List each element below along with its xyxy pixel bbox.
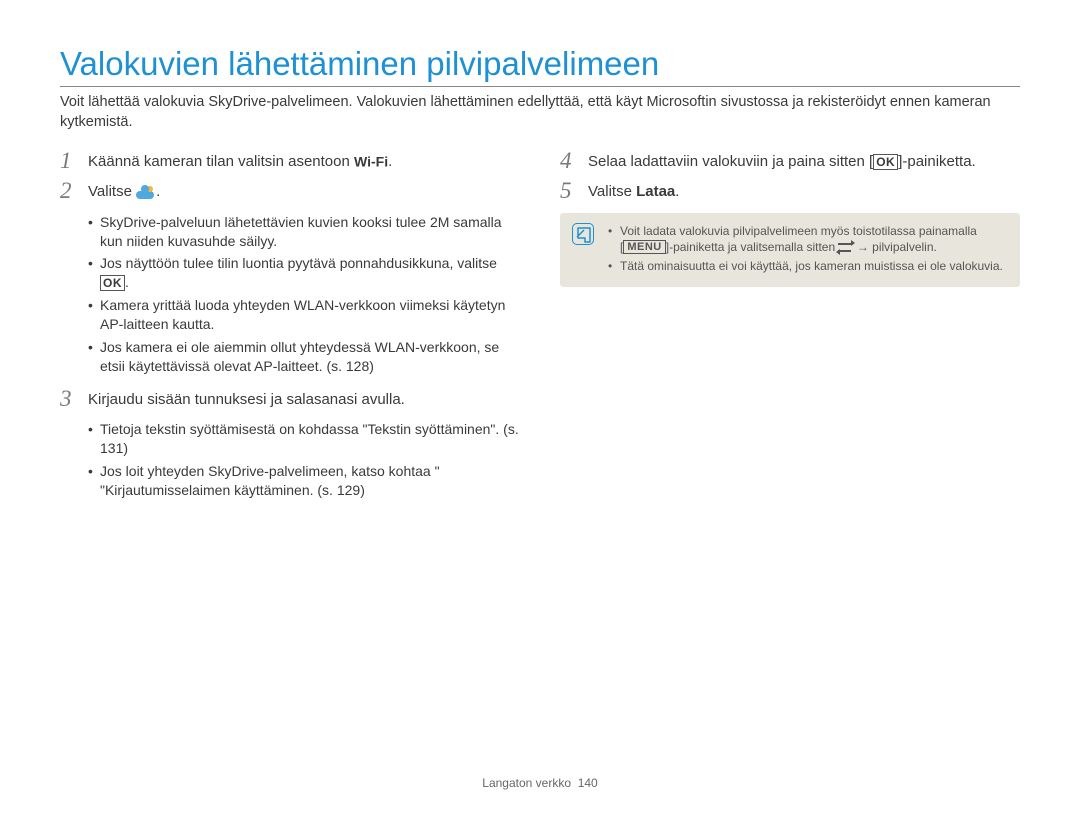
step-4-post: ]-painiketta. <box>898 153 976 170</box>
step-number: 1 <box>60 148 72 174</box>
page-title: Valokuvien lähettäminen pilvipalvelimeen <box>60 45 1020 87</box>
swap-icon <box>838 241 853 254</box>
two-column-layout: 1 Käännä kameran tilan valitsin asentoon… <box>60 152 1020 513</box>
bullet-item: Jos näyttöön tulee tilin luontia pyytävä… <box>100 254 520 292</box>
step-3-bullets: Tietoja tekstin syöttämisestä on kohdass… <box>60 420 520 500</box>
bullet-item: SkyDrive-palveluun lähetettävien kuvien … <box>100 213 520 251</box>
step-2-text: Valitse . <box>88 183 160 200</box>
step-2-bullets: SkyDrive-palveluun lähetettävien kuvien … <box>60 213 520 376</box>
bullet-item: Kamera yrittää luoda yhteyden WLAN-verkk… <box>100 296 520 334</box>
left-column: 1 Käännä kameran tilan valitsin asentoon… <box>60 152 520 513</box>
note-item: Tätä ominaisuutta ei voi käyttää, jos ka… <box>608 258 1006 274</box>
bullet-item: Jos loit yhteyden SkyDrive-palvelimeen, … <box>100 462 520 500</box>
step-2: 2 Valitse . <box>60 182 520 202</box>
step-number: 2 <box>60 178 72 204</box>
step-1-text: Käännä kameran tilan valitsin asentoon W… <box>88 153 392 170</box>
step-4-text: Selaa ladattaviin valokuviin ja paina si… <box>588 153 976 170</box>
wifi-icon: Wi-Fi <box>354 154 388 170</box>
step-4-pre: Selaa ladattaviin valokuviin ja paina si… <box>588 153 873 170</box>
ok-icon: OK <box>100 275 125 291</box>
footer-section: Langaton verkko <box>482 776 571 790</box>
step-5: 5 Valitse Lataa. <box>560 182 1020 202</box>
ok-icon: OK <box>873 154 898 170</box>
cloud-icon <box>136 185 156 199</box>
step-5-post: . <box>675 183 679 200</box>
step-5-pre: Valitse <box>588 183 636 200</box>
step-1-post: . <box>388 153 392 170</box>
footer-page-number: 140 <box>578 776 598 790</box>
step-2-post: . <box>156 183 160 200</box>
note1-c: → pilvipalvelin. <box>853 240 936 254</box>
right-column: 4 Selaa ladattaviin valokuviin ja paina … <box>560 152 1020 513</box>
step-3-text: Kirjaudu sisään tunnuksesi ja salasanasi… <box>88 391 405 408</box>
bullet-text: Jos näyttöön tulee tilin luontia pyytävä… <box>100 255 497 271</box>
step-4: 4 Selaa ladattaviin valokuviin ja paina … <box>560 152 1020 172</box>
menu-icon: MENU <box>623 240 665 254</box>
step-3: 3 Kirjaudu sisään tunnuksesi ja salasana… <box>60 390 520 410</box>
step-5-bold: Lataa <box>636 183 675 200</box>
step-5-text: Valitse Lataa. <box>588 183 679 200</box>
step-2-pre: Valitse <box>88 183 136 200</box>
step-number: 3 <box>60 386 72 412</box>
step-number: 4 <box>560 148 572 174</box>
note-item: Voit ladata valokuvia pilvipalvelimeen m… <box>608 223 1006 255</box>
note1-b: ]-painiketta ja valitsemalla sitten <box>666 240 839 254</box>
step-1-pre: Käännä kameran tilan valitsin asentoon <box>88 153 354 170</box>
note-icon <box>572 223 594 245</box>
bullet-item: Jos kamera ei ole aiemmin ollut yhteydes… <box>100 338 520 376</box>
step-1: 1 Käännä kameran tilan valitsin asentoon… <box>60 152 520 172</box>
step-number: 5 <box>560 178 572 204</box>
bullet-item: Tietoja tekstin syöttämisestä on kohdass… <box>100 420 520 458</box>
note-box: Voit ladata valokuvia pilvipalvelimeen m… <box>560 213 1020 288</box>
intro-paragraph: Voit lähettää valokuvia SkyDrive-palveli… <box>60 93 1020 132</box>
page-footer: Langaton verkko 140 <box>0 776 1080 790</box>
